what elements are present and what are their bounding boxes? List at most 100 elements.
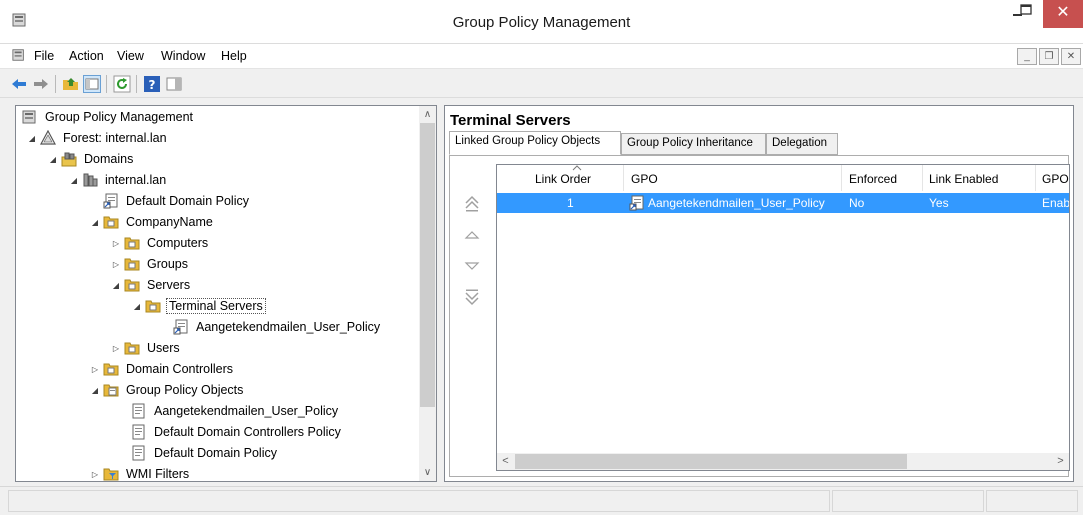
expand-arrow-icon[interactable]: ▷ xyxy=(89,470,101,479)
pane-splitter[interactable] xyxy=(439,105,443,483)
column-header-link-order[interactable]: Link Order xyxy=(535,165,621,191)
tree-item-domain-internal-lan[interactable]: ◢ internal.lan xyxy=(68,170,168,190)
cell-gpo-status: Enab xyxy=(1042,196,1070,210)
ou-folder-icon xyxy=(145,300,161,313)
tree-item-linked-gpo[interactable]: Aangetekendmailen_User_Policy xyxy=(173,317,382,337)
scroll-left-arrow-icon[interactable]: < xyxy=(497,453,514,470)
ou-folder-icon xyxy=(124,258,140,271)
column-divider[interactable] xyxy=(1035,165,1036,191)
gpo-link-icon xyxy=(103,193,118,209)
scrollbar-thumb[interactable] xyxy=(420,123,435,407)
title-bar: Group Policy Management ✕ xyxy=(0,0,1083,44)
tree-item-group-policy-objects[interactable]: ◢ Group Policy Objects xyxy=(89,380,245,400)
tree-item-servers-ou[interactable]: ◢ Servers xyxy=(110,275,192,295)
ou-folder-icon xyxy=(124,342,140,355)
collapse-arrow-icon[interactable]: ◢ xyxy=(89,218,101,227)
tree-label: Default Domain Policy xyxy=(154,446,277,460)
menu-file[interactable]: File xyxy=(34,49,54,63)
column-header-gpo-status[interactable]: GPO xyxy=(1042,165,1069,191)
tree-label: CompanyName xyxy=(126,215,213,229)
tree-item-domain-controllers-ou[interactable]: ▷ Domain Controllers xyxy=(89,359,235,379)
back-arrow-icon[interactable] xyxy=(10,75,28,93)
collapse-arrow-icon[interactable]: ◢ xyxy=(89,386,101,395)
forward-arrow-icon[interactable] xyxy=(32,75,50,93)
close-button[interactable]: ✕ xyxy=(1043,0,1083,28)
collapse-arrow-icon[interactable]: ◢ xyxy=(68,176,80,185)
expand-arrow-icon[interactable]: ▷ xyxy=(110,239,122,248)
status-cell xyxy=(986,490,1078,512)
scroll-up-arrow-icon[interactable]: ∧ xyxy=(419,106,436,123)
move-to-bottom-icon[interactable] xyxy=(462,287,482,307)
tab-linked-gpos[interactable]: Linked Group Policy Objects xyxy=(449,131,621,155)
tree-item-gpo[interactable]: Aangetekendmailen_User_Policy xyxy=(131,401,340,421)
scrollbar-thumb[interactable] xyxy=(515,454,907,469)
table-row[interactable]: 1 Aangetekendmailen_User_Policy No Yes E… xyxy=(497,193,1070,213)
tree-item-gpo[interactable]: Default Domain Controllers Policy xyxy=(131,422,343,442)
tree-item-users-ou[interactable]: ▷ Users xyxy=(110,338,182,358)
tree-label: Group Policy Objects xyxy=(126,383,244,397)
tree-item-gpo[interactable]: Default Domain Policy xyxy=(131,443,279,463)
column-header-link-enabled[interactable]: Link Enabled xyxy=(929,165,1029,191)
menu-view[interactable]: View xyxy=(117,49,144,63)
scroll-down-arrow-icon[interactable]: ∨ xyxy=(419,464,436,481)
tree-label: Default Domain Controllers Policy xyxy=(154,425,341,439)
tree-label: Terminal Servers xyxy=(166,298,266,314)
help-icon[interactable]: ? xyxy=(143,75,161,93)
gpo-link-icon xyxy=(629,195,644,211)
move-up-icon[interactable] xyxy=(462,225,482,245)
tab-delegation[interactable]: Delegation xyxy=(766,133,838,155)
tree-label: Group Policy Management xyxy=(45,110,193,124)
ou-folder-icon xyxy=(124,279,140,292)
gpo-icon xyxy=(132,424,145,440)
show-action-pane-icon[interactable] xyxy=(165,75,183,93)
show-hide-tree-icon[interactable] xyxy=(83,75,101,93)
refresh-icon[interactable] xyxy=(113,75,131,93)
mdi-restore-button[interactable]: ❐ xyxy=(1039,48,1059,65)
tree-item-companyname-ou[interactable]: ◢ CompanyName xyxy=(89,212,215,232)
wmi-filters-icon xyxy=(103,468,119,481)
column-header-enforced[interactable]: Enforced xyxy=(849,165,919,191)
up-folder-icon[interactable] xyxy=(62,75,80,93)
move-down-icon[interactable] xyxy=(462,256,482,276)
system-menu-icon[interactable] xyxy=(12,48,26,62)
mdi-window-controls: _ ❐ ✕ xyxy=(1017,48,1081,66)
grid-horizontal-scrollbar[interactable]: < > xyxy=(497,453,1069,470)
move-to-top-icon[interactable] xyxy=(462,194,482,214)
linked-gpos-panel: Link Order GPO Enforced Link Enabled GPO… xyxy=(449,155,1070,477)
tree-label: internal.lan xyxy=(105,173,167,187)
column-divider[interactable] xyxy=(623,165,624,191)
tree-label: Default Domain Policy xyxy=(126,194,249,208)
tree-item-default-domain-policy-link[interactable]: Default Domain Policy xyxy=(103,191,251,211)
menu-window[interactable]: Window xyxy=(161,49,205,63)
collapse-arrow-icon[interactable]: ◢ xyxy=(26,134,38,143)
expand-arrow-icon[interactable]: ▷ xyxy=(89,365,101,374)
tree-label: Users xyxy=(147,341,180,355)
cell-enforced: No xyxy=(849,196,865,210)
mdi-close-button[interactable]: ✕ xyxy=(1061,48,1081,65)
ou-folder-icon xyxy=(124,237,140,250)
collapse-arrow-icon[interactable]: ◢ xyxy=(131,302,143,311)
tree-vertical-scrollbar[interactable]: ∧ ∨ xyxy=(419,106,436,481)
collapse-arrow-icon[interactable]: ◢ xyxy=(47,155,59,164)
tab-gp-inheritance[interactable]: Group Policy Inheritance xyxy=(621,133,766,155)
menu-action[interactable]: Action xyxy=(69,49,104,63)
column-divider[interactable] xyxy=(922,165,923,191)
tree-item-forest[interactable]: ◢ Forest: internal.lan xyxy=(26,128,169,148)
tree-item-wmi-filters[interactable]: ▷ WMI Filters xyxy=(89,464,191,481)
expand-arrow-icon[interactable]: ▷ xyxy=(110,344,122,353)
expand-arrow-icon[interactable]: ▷ xyxy=(110,260,122,269)
menu-help[interactable]: Help xyxy=(221,49,247,63)
column-header-gpo[interactable]: GPO xyxy=(631,165,831,191)
tree-item-groups-ou[interactable]: ▷ Groups xyxy=(110,254,190,274)
mdi-minimize-button[interactable]: _ xyxy=(1017,48,1037,65)
column-divider[interactable] xyxy=(841,165,842,191)
toolbar-separator xyxy=(106,75,107,93)
tree-item-computers-ou[interactable]: ▷ Computers xyxy=(110,233,210,253)
tree-item-domains[interactable]: ◢ Domains xyxy=(47,149,135,169)
menu-bar: File Action View Window Help _ ❐ ✕ xyxy=(0,44,1083,68)
tree-item-gpmc-root[interactable]: Group Policy Management xyxy=(22,107,195,127)
scroll-right-arrow-icon[interactable]: > xyxy=(1052,453,1069,470)
tree-item-terminal-servers-ou[interactable]: ◢ Terminal Servers xyxy=(131,296,266,316)
collapse-arrow-icon[interactable]: ◢ xyxy=(110,281,122,290)
maximize-button[interactable] xyxy=(1012,0,1042,28)
